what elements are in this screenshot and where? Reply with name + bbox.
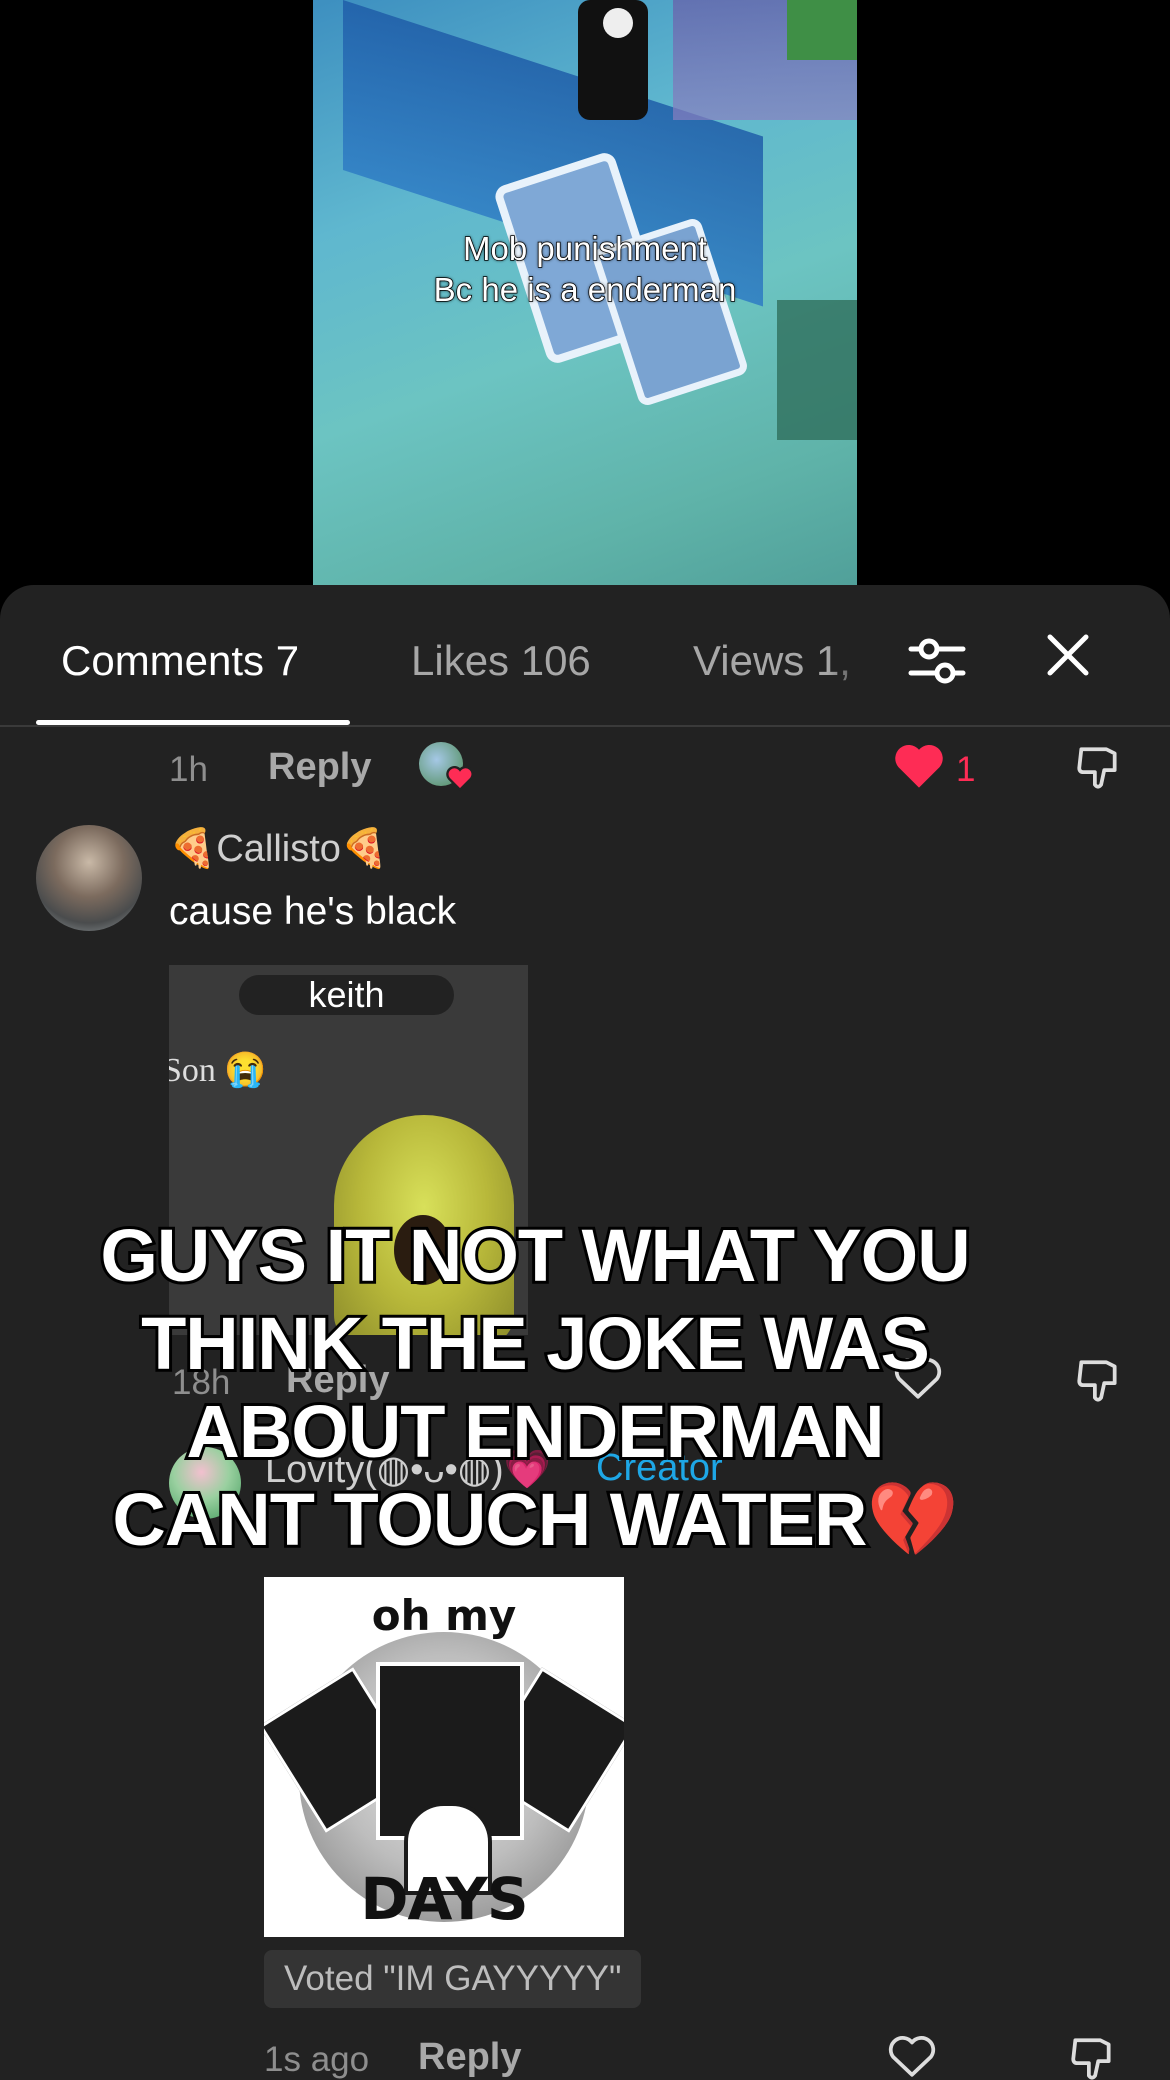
overlay-caption-line: CANT TOUCH WATER xyxy=(109,1475,870,1564)
comment-time: 1h xyxy=(169,750,208,789)
comment-text: cause he's black xyxy=(169,890,457,933)
video-preview[interactable]: Mob punishment Bc he is a enderman xyxy=(313,0,857,600)
overlay-caption-line: THINK THE JOKE WAS xyxy=(138,1299,933,1388)
vote-badge: Voted "IM GAYYYYY" xyxy=(264,1950,642,2008)
video-grass-right xyxy=(777,300,857,440)
thumbs-down-icon[interactable] xyxy=(1073,742,1123,794)
overlay-caption-line: GUYS IT NOT WHAT YOU xyxy=(97,1211,973,1300)
tab-likes[interactable]: Likes 106 xyxy=(411,637,591,685)
tab-views[interactable]: Views 1, xyxy=(693,637,873,685)
meme-label: keith xyxy=(239,975,454,1015)
heart-icon[interactable] xyxy=(893,742,945,790)
broken-heart-emoji: 💔 xyxy=(866,1478,958,1561)
tab-bar: Comments 7 Likes 106 Views 1, xyxy=(0,585,1170,727)
video-caption-line: Mob punishment xyxy=(462,229,707,268)
overlay-caption-line-last: CANT TOUCH WATER💔 xyxy=(60,1475,1010,1564)
video-caption-line: Bc he is a enderman xyxy=(433,270,737,309)
reply-button[interactable]: Reply xyxy=(418,2036,521,2079)
comment-meme-image[interactable]: oh my DAYS xyxy=(264,1577,624,1937)
thumbs-down-icon[interactable] xyxy=(1073,1355,1123,1407)
meme-side-text: Son 😭 xyxy=(169,1052,267,1089)
filter-sliders-icon[interactable] xyxy=(905,629,969,693)
heart-icon[interactable] xyxy=(887,2033,937,2079)
heart-icon xyxy=(446,765,474,791)
comment-username[interactable]: 🍕Callisto🍕 xyxy=(169,827,388,871)
avatar[interactable] xyxy=(36,825,142,931)
reply-button[interactable]: Reply xyxy=(268,746,371,789)
thumbs-down-icon[interactable] xyxy=(1067,2033,1117,2080)
video-player-head xyxy=(603,8,633,38)
video-grass xyxy=(787,0,857,60)
video-caption: Mob punishment Bc he is a enderman xyxy=(313,228,857,310)
meme-top-text: oh my xyxy=(371,1591,517,1640)
overlay-caption-line: ABOUT ENDERMAN xyxy=(183,1387,887,1476)
like-count: 1 xyxy=(956,750,976,789)
overlay-caption: GUYS IT NOT WHAT YOU THINK THE JOKE WAS … xyxy=(60,1211,1010,1564)
tab-comments[interactable]: Comments 7 xyxy=(61,637,299,685)
close-icon[interactable] xyxy=(1044,631,1092,679)
comment-time: 1s ago xyxy=(264,2040,370,2079)
active-tab-indicator xyxy=(36,720,350,725)
meme-bottom-text: DAYS xyxy=(360,1865,528,1933)
